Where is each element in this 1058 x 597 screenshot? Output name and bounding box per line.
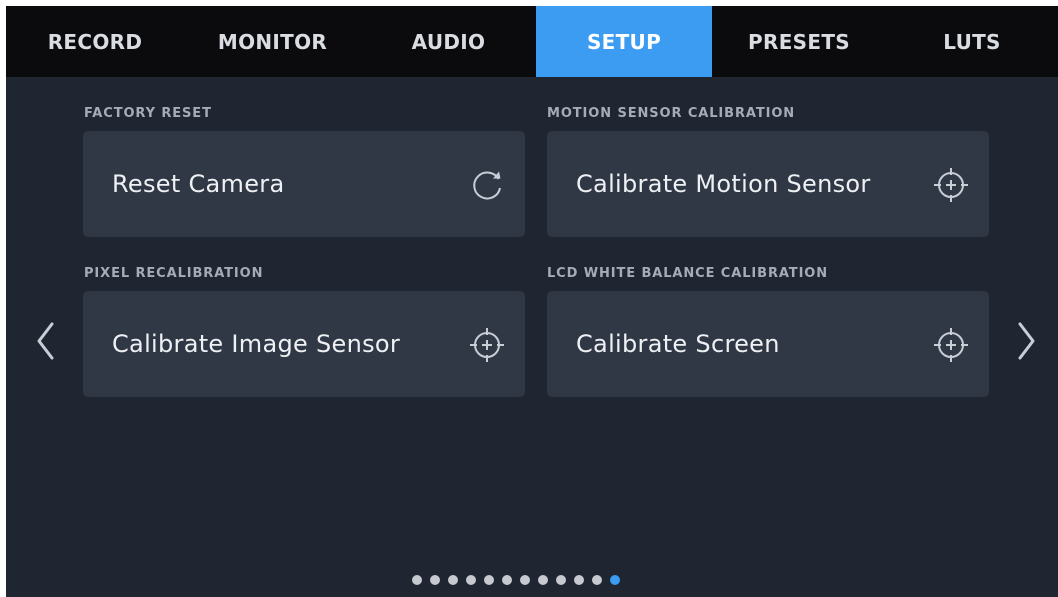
page-dot-active [610,575,620,585]
page-dot [574,575,584,585]
tab-monitor[interactable]: MONITOR [184,6,361,77]
motion-sensor-heading: MOTION SENSOR CALIBRATION [547,106,796,121]
setup-screen: RECORD MONITOR AUDIO SETUP PRESETS LUTS … [6,6,1058,597]
reset-camera-label: Reset Camera [112,170,285,198]
page-dot [430,575,440,585]
page-dot [502,575,512,585]
crosshair-icon [931,165,971,205]
factory-reset-heading: FACTORY RESET [84,106,212,121]
calibrate-image-sensor-button[interactable]: Calibrate Image Sensor [83,291,525,397]
page-dot [592,575,602,585]
tab-bar: RECORD MONITOR AUDIO SETUP PRESETS LUTS [6,6,1058,77]
reset-camera-button[interactable]: Reset Camera [83,131,525,237]
crosshair-icon [467,325,507,365]
refresh-icon [467,165,507,205]
page-indicator [412,575,620,585]
chevron-right-icon[interactable] [1011,319,1041,363]
lcd-white-balance-heading: LCD WHITE BALANCE CALIBRATION [547,266,829,281]
tab-record[interactable]: RECORD [6,6,184,77]
calibrate-motion-sensor-label: Calibrate Motion Sensor [576,170,871,198]
page-dot [484,575,494,585]
tab-luts[interactable]: LUTS [886,6,1058,77]
calibrate-screen-button[interactable]: Calibrate Screen [547,291,989,397]
tab-presets[interactable]: PRESETS [712,6,886,77]
crosshair-icon [931,325,971,365]
page-dot [538,575,548,585]
chevron-left-icon[interactable] [31,319,61,363]
tab-setup[interactable]: SETUP [536,6,712,77]
calibrate-screen-label: Calibrate Screen [576,330,780,358]
calibrate-motion-sensor-button[interactable]: Calibrate Motion Sensor [547,131,989,237]
page-dot [466,575,476,585]
page-dot [520,575,530,585]
calibrate-image-sensor-label: Calibrate Image Sensor [112,330,401,358]
page-dot [448,575,458,585]
page-dot [556,575,566,585]
tab-audio[interactable]: AUDIO [361,6,536,77]
pixel-recalibration-heading: PIXEL RECALIBRATION [84,266,264,281]
page-dot [412,575,422,585]
